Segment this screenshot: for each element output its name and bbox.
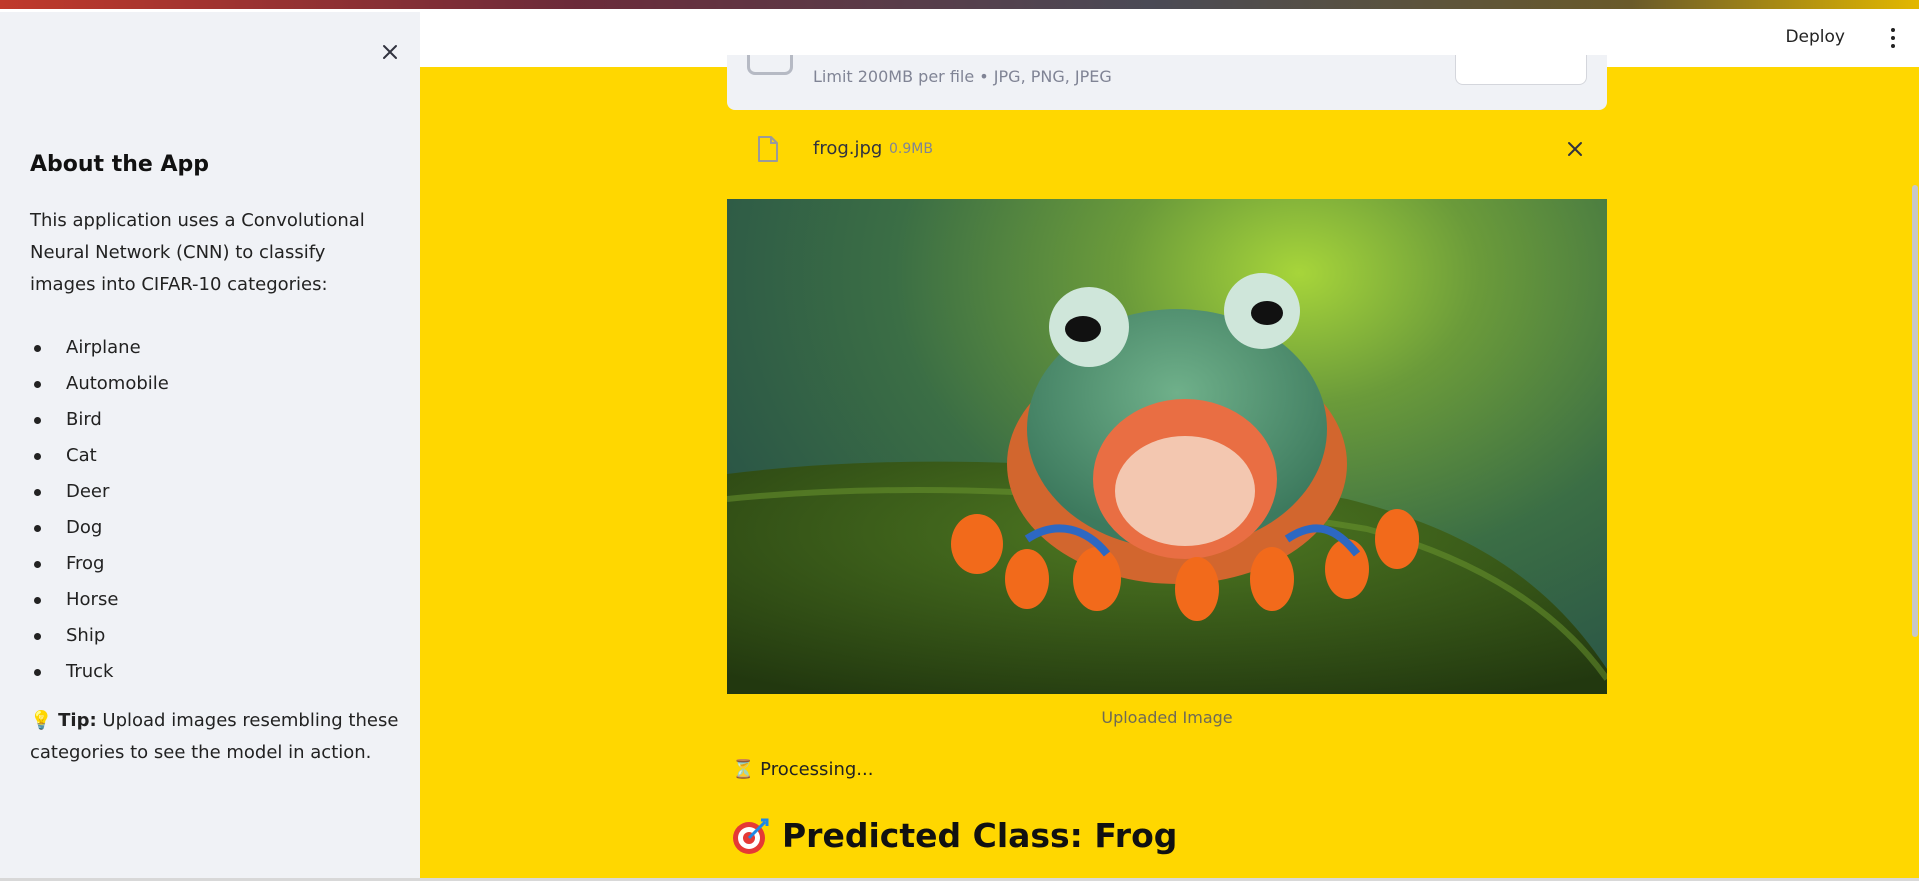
tip-label: Tip: xyxy=(58,710,97,731)
category-list: Airplane Automobile Bird Cat Deer Dog Frog Hors… xyxy=(30,330,169,690)
category-label: Truck xyxy=(66,661,114,682)
bullet-icon xyxy=(34,669,41,676)
close-sidebar-icon[interactable] xyxy=(378,40,402,64)
processing-text: Processing... xyxy=(760,759,874,780)
sidebar: About the App This application uses a Co… xyxy=(0,12,420,881)
bullet-icon xyxy=(34,417,41,424)
deploy-button[interactable]: Deploy xyxy=(1785,27,1845,47)
file-uploader-dropzone[interactable]: Limit 200MB per file • JPG, PNG, JPEG xyxy=(727,55,1607,110)
upload-limit-text: Limit 200MB per file • JPG, PNG, JPEG xyxy=(813,67,1112,86)
sidebar-title: About the App xyxy=(30,152,210,177)
category-label: Dog xyxy=(66,517,103,538)
predicted-class-text: Predicted Class: Frog xyxy=(782,816,1178,855)
upload-cloud-icon xyxy=(747,55,793,75)
bullet-icon xyxy=(34,453,41,460)
bullet-icon xyxy=(34,597,41,604)
category-list-item: Cat xyxy=(30,438,169,474)
frog-picture xyxy=(727,273,1607,694)
main-menu-icon[interactable] xyxy=(1889,28,1897,50)
category-label: Bird xyxy=(66,409,102,430)
category-list-item: Frog xyxy=(30,546,169,582)
uploaded-file-row: frog.jpg 0.9MB xyxy=(727,125,1607,173)
bullet-icon xyxy=(34,525,41,532)
category-label: Cat xyxy=(66,445,97,466)
category-label: Ship xyxy=(66,625,106,646)
scrollbar[interactable] xyxy=(1912,185,1918,637)
bullet-icon xyxy=(34,489,41,496)
bullet-icon xyxy=(34,633,41,640)
target-icon xyxy=(733,818,769,854)
processing-status: ⏳ Processing... xyxy=(732,759,873,780)
file-name: frog.jpg xyxy=(813,138,883,159)
category-list-item: Bird xyxy=(30,402,169,438)
image-caption: Uploaded Image xyxy=(1101,708,1233,727)
category-label: Frog xyxy=(66,553,105,574)
file-icon xyxy=(758,136,778,162)
category-label: Automobile xyxy=(66,373,169,394)
category-list-item: Deer xyxy=(30,474,169,510)
lightbulb-icon: 💡 xyxy=(30,710,53,731)
category-list-item: Automobile xyxy=(30,366,169,402)
sidebar-intro: This application uses a Convolutional Ne… xyxy=(30,210,365,295)
category-list-item: Airplane xyxy=(30,330,169,366)
bullet-icon xyxy=(34,381,41,388)
category-list-item: Dog xyxy=(30,510,169,546)
bullet-icon xyxy=(34,345,41,352)
file-size: 0.9MB xyxy=(889,141,933,157)
category-label: Deer xyxy=(66,481,110,502)
category-list-item: Horse xyxy=(30,582,169,618)
browse-files-button[interactable] xyxy=(1455,55,1587,85)
remove-file-icon[interactable] xyxy=(1565,139,1585,159)
hourglass-icon: ⏳ xyxy=(732,759,755,780)
sidebar-tip: 💡 Tip: Upload images resembling these ca… xyxy=(30,705,400,769)
category-label: Horse xyxy=(66,589,119,610)
category-label: Airplane xyxy=(66,337,141,358)
prediction-heading: Predicted Class: Frog xyxy=(732,816,1177,855)
uploaded-image xyxy=(727,199,1607,694)
bullet-icon xyxy=(34,561,41,568)
category-list-item: Ship xyxy=(30,618,169,654)
category-list-item: Truck xyxy=(30,654,169,690)
